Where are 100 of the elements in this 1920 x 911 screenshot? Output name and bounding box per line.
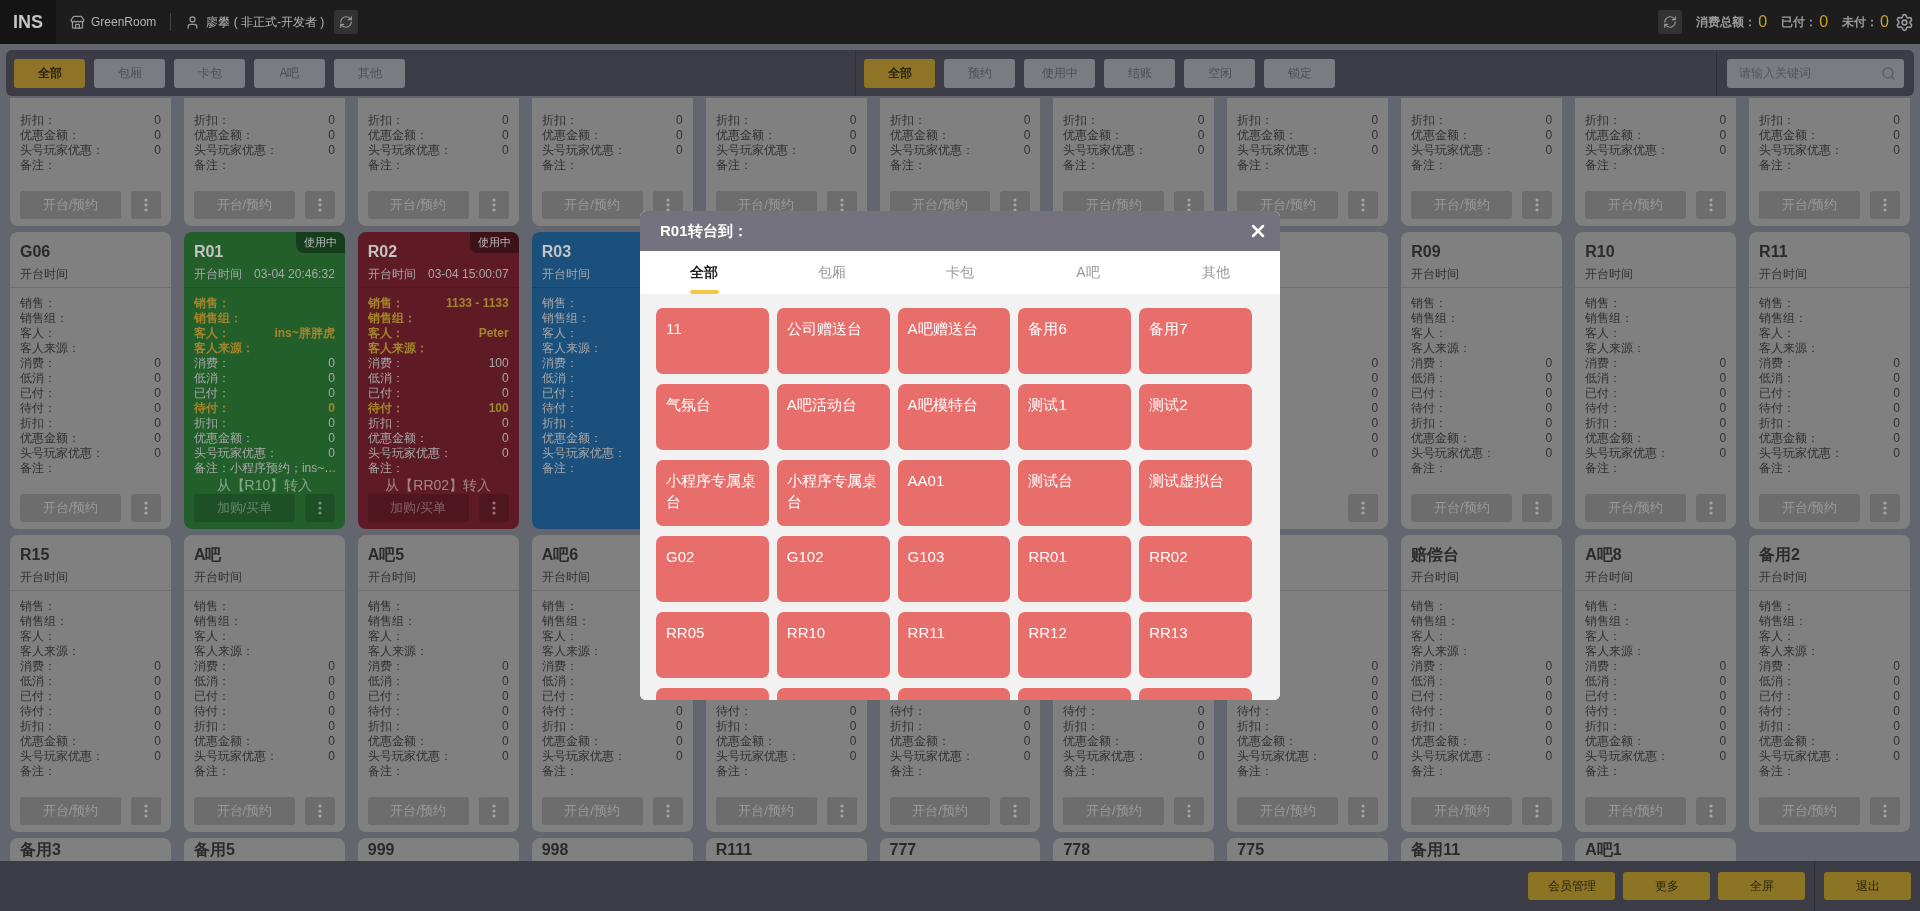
more-button[interactable] bbox=[1696, 494, 1727, 522]
table-card[interactable]: A吧1 bbox=[1575, 838, 1737, 861]
table-tile[interactable]: RR12 bbox=[1018, 612, 1132, 678]
table-tile[interactable]: A吧模特台 bbox=[897, 384, 1011, 450]
table-card[interactable]: 998 bbox=[531, 838, 693, 861]
dialog-tab[interactable]: 卡包 bbox=[896, 251, 1024, 294]
table-card[interactable]: 备用5 bbox=[183, 838, 345, 861]
field-label: 待付： bbox=[1585, 704, 1622, 719]
open-button[interactable]: 加购/买单 bbox=[193, 494, 295, 522]
table-tile[interactable]: 测试台 bbox=[1018, 460, 1132, 526]
table-card[interactable]: 777 bbox=[879, 838, 1041, 861]
more-button[interactable] bbox=[304, 191, 335, 219]
table-tile[interactable]: RR05 bbox=[656, 612, 769, 678]
field-value: 0 bbox=[328, 674, 335, 689]
more-button[interactable] bbox=[478, 494, 509, 522]
action-button[interactable]: 全屏 bbox=[1718, 872, 1805, 900]
field-value: 0 bbox=[1719, 659, 1727, 674]
field-label: 销售： bbox=[367, 599, 404, 614]
dialog-tab[interactable]: 包厢 bbox=[768, 251, 896, 294]
table-tile[interactable]: A吧赠送台 bbox=[897, 308, 1011, 374]
more-icon bbox=[1709, 501, 1714, 515]
field-label: 折扣： bbox=[715, 719, 752, 734]
field-label: 消费： bbox=[20, 356, 56, 371]
table-tile[interactable]: RR02 bbox=[1139, 536, 1252, 602]
more-button[interactable] bbox=[130, 494, 161, 522]
table-card[interactable]: 999 bbox=[357, 838, 519, 861]
table-card[interactable]: 备用11 bbox=[1401, 838, 1563, 861]
field-label: 折扣： bbox=[1759, 719, 1796, 734]
table-tile[interactable]: 备用6 bbox=[1018, 308, 1132, 374]
refresh-button[interactable] bbox=[334, 10, 359, 34]
table-tile[interactable]: RR10 bbox=[776, 612, 890, 678]
more-button[interactable] bbox=[1522, 797, 1553, 825]
more-button[interactable] bbox=[1348, 191, 1379, 219]
field-value: 0 bbox=[154, 143, 161, 158]
more-button[interactable] bbox=[1348, 797, 1379, 825]
table-card[interactable]: R111 bbox=[705, 838, 867, 861]
total-label: 未付： bbox=[1842, 13, 1879, 31]
table-tile[interactable]: 公司赠送台 bbox=[776, 308, 890, 374]
table-card[interactable]: 使用中 R02 开台时间 03-04 15:00:07 销售： 1133 - 1133 销售组： 客人： Peter 客人来源： 消费： 100 低消： 0 已付： 0 待付： 100 折扣： 0 优惠金额： 0 头号玩家优惠： 0 备注： 从【RR02】转入 加购/买单 bbox=[357, 232, 519, 529]
refresh-button[interactable] bbox=[1658, 10, 1683, 34]
field-label: 备注： bbox=[1063, 764, 1100, 779]
field-label: 销售组： bbox=[1759, 311, 1808, 326]
more-button[interactable] bbox=[1522, 494, 1553, 522]
field-value: 0 bbox=[675, 143, 683, 158]
table-tile[interactable]: 测试2 bbox=[1139, 384, 1252, 450]
field-value: 0 bbox=[1719, 386, 1727, 401]
table-tile[interactable]: 小程序专属桌台 bbox=[776, 460, 890, 526]
field-label: 客人： bbox=[1411, 629, 1448, 644]
more-button[interactable] bbox=[1696, 797, 1727, 825]
more-button[interactable] bbox=[478, 191, 509, 219]
more-button[interactable] bbox=[1870, 191, 1900, 219]
field-label: 备注： bbox=[20, 158, 56, 173]
field-label: 优惠金额： bbox=[367, 128, 428, 143]
more-button[interactable] bbox=[304, 797, 335, 825]
table-tile[interactable]: RR11 bbox=[897, 612, 1011, 678]
table-tile[interactable]: A吧活动台 bbox=[776, 384, 890, 450]
dialog-tab[interactable]: 全部 bbox=[640, 251, 768, 294]
table-card[interactable]: 使用中 R01 开台时间 03-04 20:46:32 销售： 销售组： 客人： ins~胖胖虎 客人来源： 消费： 0 低消： 0 已付： 0 待付： 0 折扣： 0 优惠金额： 0 头号玩家优惠： 0 备注：小程序预约；ins~… 从【R10】转入 加购/买单 bbox=[183, 232, 345, 529]
table-tile[interactable]: AA01 bbox=[897, 460, 1011, 526]
more-button[interactable] bbox=[1522, 191, 1553, 219]
status-filter[interactable]: 全部 bbox=[864, 58, 935, 88]
action-button[interactable]: 更多 bbox=[1623, 872, 1710, 900]
exit-button[interactable]: 退出 bbox=[1824, 872, 1911, 900]
table-tile[interactable]: 测试1 bbox=[1018, 384, 1132, 450]
open-button[interactable]: 加购/买单 bbox=[367, 494, 469, 522]
table-tile[interactable]: 小程序专属桌台 bbox=[656, 460, 769, 526]
more-button[interactable] bbox=[304, 494, 335, 522]
table-tile[interactable]: 11 bbox=[656, 308, 769, 374]
more-button[interactable] bbox=[1870, 797, 1900, 825]
action-button[interactable]: 会员管理 bbox=[1528, 872, 1615, 900]
field-value: 0 bbox=[1371, 704, 1379, 719]
settings-button[interactable] bbox=[1895, 12, 1914, 32]
field-label: 客人来源： bbox=[367, 341, 428, 356]
more-button[interactable] bbox=[130, 191, 161, 219]
field-value: 0 bbox=[328, 416, 335, 431]
dialog-tab[interactable]: 其他 bbox=[1152, 251, 1280, 294]
type-filter[interactable]: 全部 bbox=[14, 58, 85, 88]
more-button[interactable] bbox=[1000, 797, 1031, 825]
more-button[interactable] bbox=[478, 797, 509, 825]
more-button[interactable] bbox=[1348, 494, 1379, 522]
table-card[interactable]: 备用3 bbox=[10, 838, 171, 861]
more-button[interactable] bbox=[130, 797, 161, 825]
table-tile[interactable]: RR01 bbox=[1018, 536, 1132, 602]
table-card[interactable]: 775 bbox=[1227, 838, 1389, 861]
more-button[interactable] bbox=[652, 797, 683, 825]
more-button[interactable] bbox=[1696, 191, 1727, 219]
dialog-tab[interactable]: A吧 bbox=[1024, 251, 1152, 294]
table-tile[interactable]: G102 bbox=[776, 536, 890, 602]
table-tile[interactable]: G103 bbox=[897, 536, 1011, 602]
more-button[interactable] bbox=[826, 797, 857, 825]
table-tile[interactable]: 备用7 bbox=[1139, 308, 1252, 374]
table-tile[interactable]: 气氛台 bbox=[656, 384, 769, 450]
table-tile[interactable]: G02 bbox=[656, 536, 769, 602]
field-label: 待付： bbox=[367, 401, 404, 416]
table-card[interactable]: 778 bbox=[1053, 838, 1215, 861]
table-tile[interactable]: 测试虚拟台 bbox=[1139, 460, 1252, 526]
more-button[interactable] bbox=[1174, 797, 1205, 825]
more-button[interactable] bbox=[1870, 494, 1900, 522]
table-tile[interactable]: RR13 bbox=[1139, 612, 1252, 678]
field-label: 消费： bbox=[541, 659, 578, 674]
